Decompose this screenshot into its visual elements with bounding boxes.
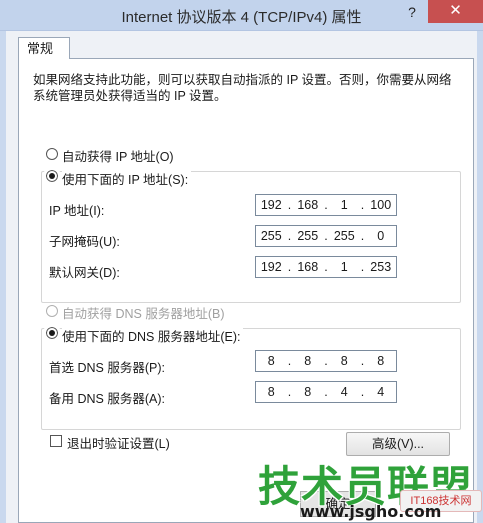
dns-octet: 8 <box>304 354 312 368</box>
ip-octet: 168 <box>297 198 319 212</box>
alternate-dns-input[interactable]: 8. 8. 4. 4 <box>255 381 397 403</box>
dns-octet: 8 <box>340 354 348 368</box>
tab-general[interactable]: 常规 <box>18 37 70 59</box>
preferred-dns-input[interactable]: 8. 8. 8. 8 <box>255 350 397 372</box>
help-button[interactable]: ? <box>404 2 420 22</box>
manual-dns-label[interactable]: 使用下面的 DNS 服务器地址(E): <box>62 326 244 345</box>
gateway-octet: 192 <box>260 260 282 274</box>
close-button[interactable]: ✕ <box>428 0 483 23</box>
alternate-dns-label: 备用 DNS 服务器(A): <box>49 392 165 406</box>
gateway-input[interactable]: 192. 168. 1. 253 <box>255 256 397 278</box>
subnet-octet: 0 <box>377 229 385 243</box>
preferred-dns-label: 首选 DNS 服务器(P): <box>49 361 165 375</box>
manual-dns-radio[interactable] <box>43 324 61 342</box>
subnet-mask-input[interactable]: 255. 255. 255. 0 <box>255 225 397 247</box>
dns-octet: 8 <box>267 385 275 399</box>
auto-dns-radio[interactable] <box>46 305 58 317</box>
gateway-label: 默认网关(D): <box>49 266 120 280</box>
ip-octet: 100 <box>370 198 392 212</box>
subnet-octet: 255 <box>297 229 319 243</box>
subnet-octet: 255 <box>333 229 355 243</box>
watermark: 技术员联盟 IT168技术网 www.jsgho.com <box>250 450 483 523</box>
validate-settings-label[interactable]: 退出时验证设置(L) <box>67 433 170 452</box>
ip-address-input[interactable]: 192. 168. 1. 100 <box>255 194 397 216</box>
ip-address-label: IP 地址(I): <box>49 204 105 218</box>
gateway-octet: 253 <box>370 260 392 274</box>
subnet-octet: 255 <box>260 229 282 243</box>
gateway-octet: 168 <box>297 260 319 274</box>
manual-ip-radio[interactable] <box>43 167 61 185</box>
manual-ip-label[interactable]: 使用下面的 IP 地址(S): <box>62 169 192 188</box>
dns-octet: 8 <box>267 354 275 368</box>
auto-ip-label[interactable]: 自动获得 IP 地址(O) <box>62 146 174 165</box>
dns-octet: 4 <box>377 385 385 399</box>
dns-octet: 8 <box>304 385 312 399</box>
intro-text: 如果网络支持此功能，则可以获取自动指派的 IP 设置。否则，你需要从网络系统管理… <box>33 73 452 103</box>
subnet-mask-label: 子网掩码(U): <box>49 235 120 249</box>
ip-octet: 192 <box>260 198 282 212</box>
auto-dns-label[interactable]: 自动获得 DNS 服务器地址(B) <box>62 303 225 322</box>
dns-octet: 4 <box>340 385 348 399</box>
title-bar: Internet 协议版本 4 (TCP/IPv4) 属性 ? ✕ <box>0 0 483 31</box>
gateway-octet: 1 <box>340 260 348 274</box>
dns-octet: 8 <box>377 354 385 368</box>
auto-ip-radio[interactable] <box>46 148 58 160</box>
validate-settings-checkbox[interactable] <box>50 435 62 447</box>
ip-octet: 1 <box>340 198 348 212</box>
watermark-url: www.jsgho.com <box>300 502 442 521</box>
